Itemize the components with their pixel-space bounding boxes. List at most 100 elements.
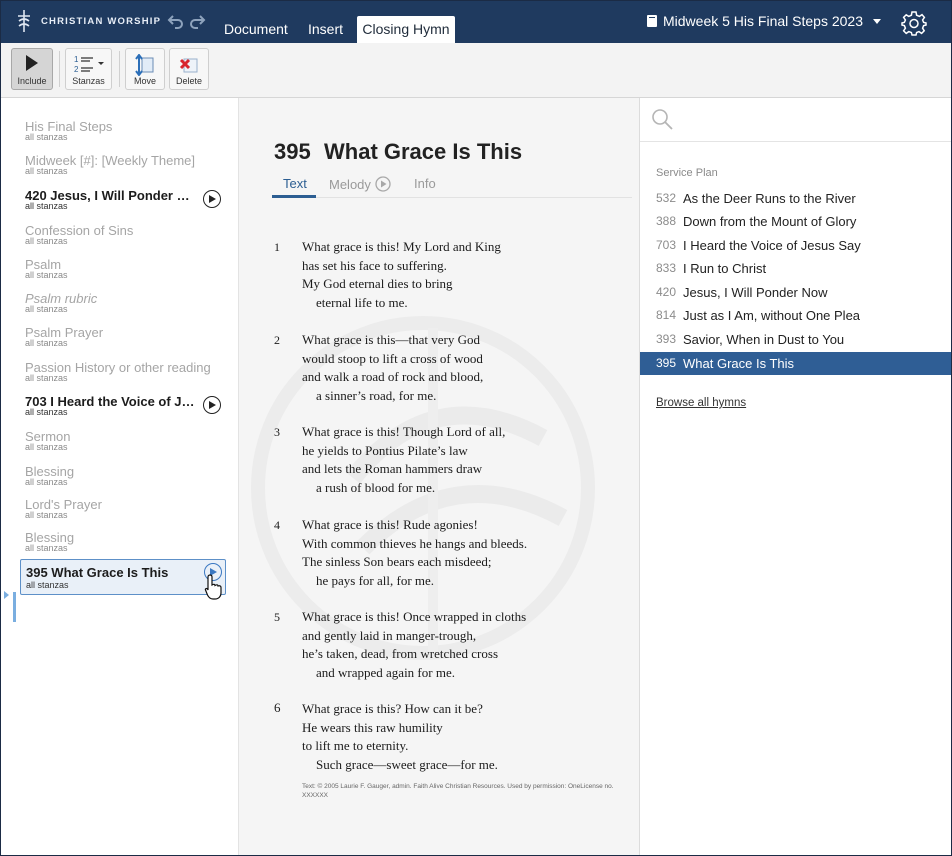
hymn-name: What Grace Is This <box>683 356 795 371</box>
menu-insert[interactable]: Insert <box>308 21 343 37</box>
tab-active-indicator <box>272 195 316 198</box>
service-plan-item-selected[interactable]: 395 What Grace Is This <box>640 352 951 375</box>
service-plan-item[interactable]: 420 Jesus, I Will Ponder Now <box>640 281 951 304</box>
outline-item-sub: all stanzas <box>25 477 68 487</box>
hymn-num: 388 <box>656 214 677 228</box>
play-icon <box>375 176 391 192</box>
outline-item-sub: all stanzas <box>25 373 68 383</box>
outline-item-hymn[interactable]: 703 I Heard the Voice of Jesus Sayall st… <box>25 394 225 417</box>
drop-indicator-arrow <box>4 591 9 599</box>
browse-all-hymns-link[interactable]: Browse all hymns <box>656 397 746 409</box>
stanza-line: My God eternal dies to bring <box>302 276 453 291</box>
stanza-number: 3 <box>274 425 280 439</box>
stanza-line: With common thieves he hangs and bleeds. <box>302 535 528 551</box>
stanza-line: eternal life to me. <box>316 294 408 310</box>
service-plan-item[interactable]: 833 I Run to Christ <box>640 257 951 280</box>
service-plan-item[interactable]: 388 Down from the Mount of Glory <box>640 210 951 233</box>
outline-item[interactable]: Midweek [#]: [Weekly Theme] all stanzas <box>25 153 225 176</box>
tab-melody[interactable]: Melody <box>329 176 391 192</box>
stanza-line: a sinner’s road, for me. <box>316 387 437 403</box>
service-plan-item[interactable]: 814 Just as I Am, without One Plea <box>640 304 951 327</box>
move-button[interactable]: Move <box>125 48 165 90</box>
play-icon[interactable] <box>203 190 221 208</box>
stanza-line: The sinless Son bears each misdeed; <box>302 554 492 569</box>
outline-item-selected[interactable]: 395 What Grace Is This all stanzas <box>20 559 226 595</box>
stanza-line: he’s taken, dead, from wretched cross <box>302 646 499 661</box>
outline-item[interactable]: Sermon all stanzas <box>25 429 225 452</box>
plan-title: Midweek 5 His Final Steps 2023 <box>663 13 863 29</box>
outline-item[interactable]: Passion History or other reading all stan… <box>25 360 225 383</box>
redo-icon[interactable] <box>188 12 206 30</box>
service-plan-item[interactable]: 393 Savior, When in Dust to You <box>640 328 951 351</box>
stanzas-label: Stanzas <box>72 76 105 86</box>
outline-item-sub: all stanzas <box>25 132 68 142</box>
stanza-line: to lift me to eternity. <box>302 738 409 753</box>
service-plan-item[interactable]: 703 I Heard the Voice of Jesus Say <box>640 234 951 257</box>
hymn-name: Jesus, I Will Ponder Now <box>683 285 828 300</box>
brand-logo[interactable]: CHRISTIAN WORSHIP <box>15 9 161 33</box>
outline-item-sub: all stanzas <box>25 270 68 280</box>
outline-item-sub: all stanzas <box>25 543 68 553</box>
cross-logo-icon <box>18 10 30 32</box>
tab-closing-hymn[interactable]: Closing Hymn <box>357 16 455 43</box>
outline-item-sub: all stanzas <box>25 304 68 314</box>
move-icon <box>135 54 154 76</box>
hymn-num: 814 <box>656 308 677 322</box>
delete-icon <box>179 58 198 73</box>
tab-melody-label: Melody <box>329 176 371 192</box>
outline-item[interactable]: Lord's Prayer all stanzas <box>25 497 225 520</box>
outline-item-sub: all stanzas <box>25 338 68 348</box>
play-icon[interactable] <box>203 396 221 414</box>
service-plan-item[interactable]: 532 As the Deer Runs to the River <box>640 187 951 210</box>
outline-item[interactable]: Blessing all stanzas <box>25 464 225 487</box>
hymn-name: As the Deer Runs to the River <box>683 191 856 206</box>
stanza-line: What grace is this? How can it be? <box>302 701 483 716</box>
book-icon <box>647 15 657 27</box>
outline-item[interactable]: Blessing all stanzas <box>25 530 225 553</box>
gear-icon[interactable] <box>901 10 927 36</box>
tab-text[interactable]: Text <box>283 176 307 191</box>
hymn-num: 833 <box>656 261 677 275</box>
outline-item-sub: all stanzas <box>25 236 68 246</box>
hymn-name: Down from the Mount of Glory <box>683 214 857 229</box>
delete-label: Delete <box>175 76 202 86</box>
outline-item-hymn[interactable]: 420 Jesus, I Will Ponder Now all stanzas <box>25 188 225 211</box>
include-button[interactable]: Include <box>11 48 53 90</box>
play-icon <box>26 55 38 71</box>
outline-item-sub: all stanzas <box>26 580 69 590</box>
svg-text:1: 1 <box>74 55 79 64</box>
search-input[interactable] <box>640 98 951 142</box>
undo-icon[interactable] <box>167 12 185 30</box>
stanza-line: He wears this raw humility <box>302 719 443 735</box>
hymn-num: 532 <box>656 191 677 205</box>
delete-button[interactable]: Delete <box>169 48 209 90</box>
tab-divider <box>272 197 632 198</box>
hymn-panel: 395 What Grace Is This Text Melody Info … <box>239 98 639 855</box>
outline-item-title: 395 What Grace Is This <box>26 565 169 580</box>
stanza-line: What grace is this! Once wrapped in clot… <box>302 609 527 624</box>
outline-item[interactable]: Psalm rubric all stanzas <box>25 291 225 314</box>
stanzas-button[interactable]: 1 2 Stanzas <box>65 48 112 90</box>
toolbar: Include 1 2 Stanzas Move Delete <box>1 43 951 98</box>
outline-item[interactable]: His Final Steps all stanzas <box>25 119 225 142</box>
plan-selector[interactable]: Midweek 5 His Final Steps 2023 <box>647 13 881 29</box>
stanza-line: What grace is this! Though Lord of all, <box>302 424 506 439</box>
outline-item-sub: all stanzas <box>25 442 68 452</box>
stanza-line: Such grace—sweet grace—for me. <box>316 756 498 772</box>
stanza-line: and wrapped again for me. <box>316 664 455 680</box>
stanza-line: and gently laid in manger-trough, <box>302 627 477 643</box>
tab-info[interactable]: Info <box>414 176 436 191</box>
chevron-down-icon <box>873 18 881 24</box>
outline-item-sub: all stanzas <box>25 407 68 417</box>
stanza-line: has set his face to suffering. <box>302 257 447 273</box>
outline-item[interactable]: Psalm Prayer all stanzas <box>25 325 225 348</box>
stanza-line: What grace is this! Rude agonies! <box>302 517 478 532</box>
move-label: Move <box>133 76 156 86</box>
outline-item-sub: all stanzas <box>25 201 68 211</box>
menu-document[interactable]: Document <box>224 21 288 37</box>
outline-item[interactable]: Psalm all stanzas <box>25 257 225 280</box>
outline-item[interactable]: Confession of Sins all stanzas <box>25 223 225 246</box>
hymn-num: 393 <box>656 332 677 346</box>
stanza-line: What grace is this! My Lord and King <box>302 239 501 254</box>
hymn-name: I Heard the Voice of Jesus Say <box>683 238 861 253</box>
